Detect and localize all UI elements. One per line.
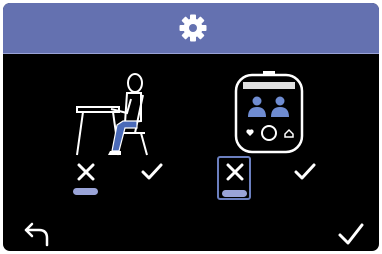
device-profiles-no-option[interactable] [217,156,251,200]
person-sitting-at-desk-icon [76,73,148,156]
desk-posture-yes-option[interactable] [133,160,167,200]
desk-posture-no-option[interactable] [69,160,103,200]
gear-icon [179,14,207,42]
cross-icon [77,163,95,181]
selection-indicator [73,188,98,195]
settings-header [3,3,379,54]
confirm-check-icon[interactable] [337,221,365,247]
selection-indicator [222,190,247,197]
device-with-users-icon [234,71,304,154]
settings-screen [3,3,379,251]
back-arrow-icon[interactable] [23,221,53,247]
check-icon [294,163,316,180]
check-icon [141,163,163,180]
device-profiles-yes-option[interactable] [286,160,320,200]
cross-icon [226,163,244,181]
